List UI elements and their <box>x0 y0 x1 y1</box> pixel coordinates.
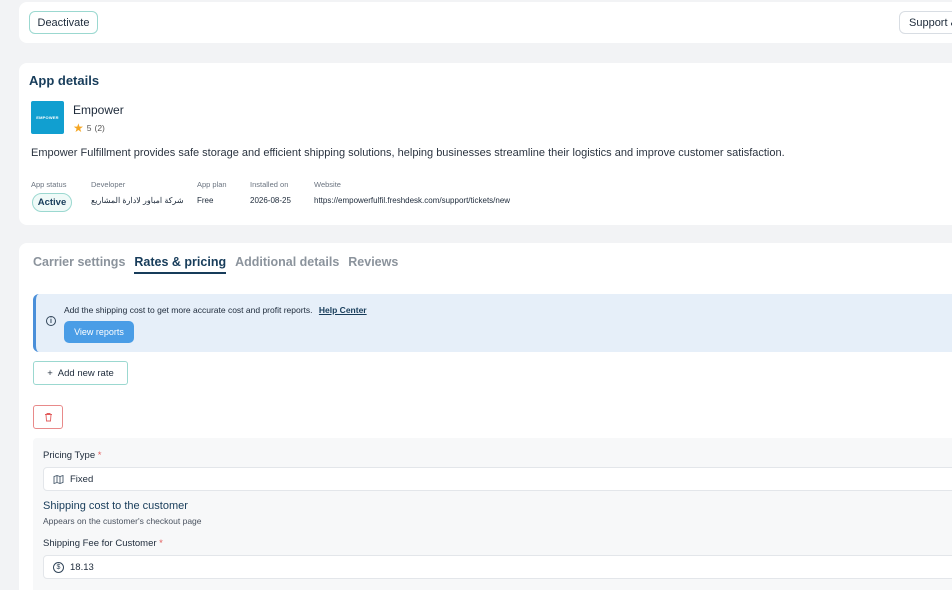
app-logo: EMPOWER <box>31 101 64 134</box>
required-mark: * <box>97 450 102 461</box>
meta-status: App status <box>31 180 66 189</box>
plus-icon: + <box>47 367 53 379</box>
status-badge: Active <box>32 193 72 212</box>
delete-rate-button[interactable] <box>33 405 63 429</box>
star-icon: ★ <box>73 121 84 135</box>
tab-reviews[interactable]: Reviews <box>348 255 398 274</box>
pricing-type-value: Fixed <box>70 473 94 485</box>
add-new-rate-button[interactable]: + Add new rate <box>33 361 128 385</box>
support-button[interactable]: Support & <box>899 11 952 34</box>
meta-developer-label: Developer <box>91 180 126 189</box>
meta-website: Website https://empowerfulfil.freshdesk.… <box>314 180 510 205</box>
tab-bar: Carrier settings Rates & pricing Additio… <box>33 255 398 274</box>
meta-plan-label: App plan <box>197 180 227 189</box>
trash-icon <box>44 413 52 422</box>
app-logo-text: EMPOWER <box>36 115 59 120</box>
tab-rates-pricing[interactable]: Rates & pricing <box>134 255 227 274</box>
shipping-fee-input[interactable]: $ 18.13 <box>43 555 952 579</box>
meta-installed: Installed on 2026-08-25 <box>250 180 291 205</box>
help-center-link[interactable]: Help Center <box>319 305 367 315</box>
shipping-fee-label-text: Shipping Fee for Customer <box>43 538 157 549</box>
pricing-type-label-text: Pricing Type <box>43 450 96 461</box>
shipping-cost-heading: Shipping cost to the customer <box>43 500 188 512</box>
add-rate-label: Add new rate <box>57 367 114 379</box>
shipping-cost-subtitle: Appears on the customer's checkout page <box>43 516 202 526</box>
required-mark: * <box>159 538 163 549</box>
app-description: Empower Fulfillment provides safe storag… <box>31 147 785 159</box>
meta-status-label: App status <box>31 180 67 189</box>
top-action-bar: Deactivate Support & <box>19 2 952 43</box>
pricing-type-label: Pricing Type * <box>43 450 101 461</box>
meta-website-label: Website <box>314 180 341 189</box>
banner-text-row: Add the shipping cost to get more accura… <box>64 305 367 315</box>
currency-icon: $ <box>53 561 64 573</box>
shipping-fee-label: Shipping Fee for Customer * <box>43 538 163 549</box>
meta-developer: Developer شركة امباور لادارة المشاريع <box>91 180 184 205</box>
deactivate-button[interactable]: Deactivate <box>29 11 98 34</box>
meta-plan: App plan Free <box>197 180 227 205</box>
app-name: Empower <box>73 103 124 117</box>
meta-installed-value: 2026-08-25 <box>250 196 291 205</box>
app-details-card: App details EMPOWER Empower ★ 5 (2) Empo… <box>19 63 952 225</box>
meta-plan-value: Free <box>197 196 214 205</box>
tab-carrier-settings[interactable]: Carrier settings <box>33 255 125 274</box>
info-icon: i <box>46 316 56 326</box>
info-banner: i Add the shipping cost to get more accu… <box>33 294 952 352</box>
tab-additional-details[interactable]: Additional details <box>235 255 339 274</box>
app-rating: ★ 5 (2) <box>73 122 105 134</box>
meta-installed-label: Installed on <box>250 180 289 189</box>
pricing-type-select[interactable]: Fixed <box>43 467 952 491</box>
meta-developer-value: شركة امباور لادارة المشاريع <box>91 196 184 205</box>
view-reports-button[interactable]: View reports <box>64 321 134 343</box>
meta-website-link[interactable]: https://empowerfulfil.freshdesk.com/supp… <box>314 196 510 205</box>
section-title: App details <box>29 73 100 88</box>
rating-count: (2) <box>94 123 105 133</box>
rate-panel: Pricing Type * Fixed Shipping cost to th… <box>33 438 952 590</box>
shipping-fee-value: 18.13 <box>70 561 94 573</box>
rating-value: 5 <box>86 123 92 133</box>
map-icon <box>53 474 64 484</box>
settings-card: Carrier settings Rates & pricing Additio… <box>19 243 952 590</box>
banner-text: Add the shipping cost to get more accura… <box>64 305 313 315</box>
